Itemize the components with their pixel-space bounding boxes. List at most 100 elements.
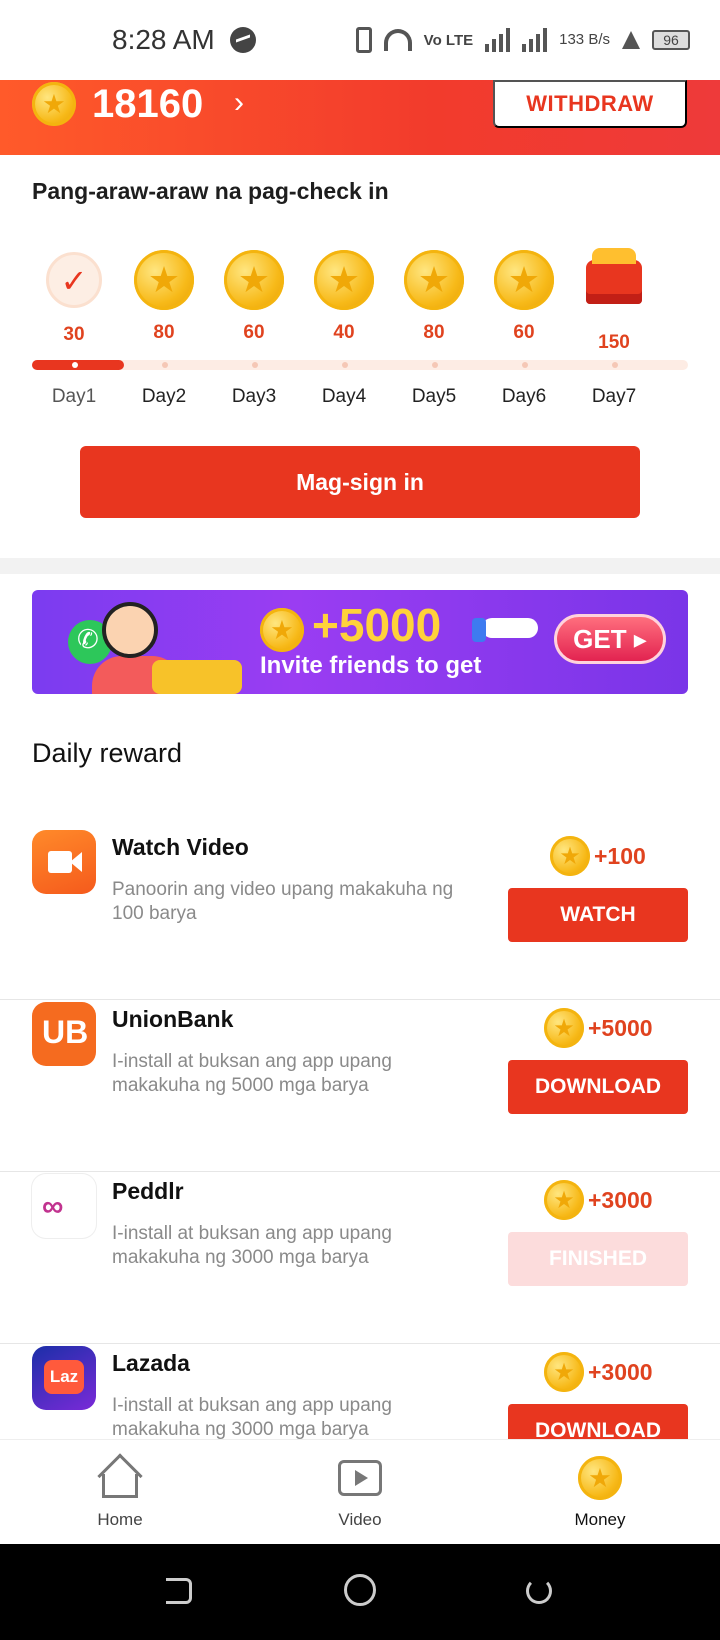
day-label: Day1: [51, 386, 97, 407]
task-peddlr: ∞ Peddlr I-install at buksan ang app upa…: [0, 1174, 720, 1344]
checkin-day-7: 150 Day7: [574, 248, 654, 407]
coin-icon: [404, 250, 464, 310]
bottom-navigation: Home Video Money: [0, 1440, 720, 1544]
task-name: Lazada: [112, 1350, 190, 1376]
progress-dot: [252, 362, 258, 368]
task-description: I-install at buksan ang app upang makaku…: [112, 1223, 392, 1268]
progress-dot: [342, 362, 348, 368]
wifi-icon: [383, 29, 412, 51]
day-label: Day7: [591, 386, 637, 407]
progress-dot: [612, 362, 618, 368]
coin-icon: [224, 250, 284, 310]
day-amount: 40: [333, 322, 355, 343]
progress-dot: [432, 362, 438, 368]
network-speed: 133 B/s: [559, 31, 610, 48]
messenger-icon: [230, 27, 256, 53]
chevron-right-icon[interactable]: ›: [234, 86, 244, 120]
coin-icon: [544, 1352, 584, 1392]
task-name: Peddlr: [112, 1178, 184, 1204]
day-amount: 30: [63, 324, 85, 345]
back-icon[interactable]: [166, 1578, 192, 1604]
checkin-day-3: 60 Day3: [214, 250, 294, 407]
sign-in-button[interactable]: Mag-sign in: [80, 446, 640, 518]
volte-label: Vo LTE: [423, 31, 474, 49]
coin-icon: [134, 250, 194, 310]
day-label: Day4: [321, 386, 367, 407]
reward-points: +3000: [588, 1186, 653, 1213]
signal-icon: [485, 28, 511, 52]
checkin-day-4: 40 Day4: [304, 250, 384, 407]
daily-reward-title: Daily reward: [32, 738, 183, 768]
progress-dot: [162, 362, 168, 368]
progress-dot: [522, 362, 528, 368]
checkin-days: 30 Day1 80 Day2 60 Day3 40 Day4 80 Day5 …: [32, 248, 688, 410]
task-reward: +3000: [544, 1352, 684, 1392]
nav-money[interactable]: Money: [540, 1456, 660, 1530]
day-amount: 80: [423, 322, 445, 343]
banner-amount: +5000: [312, 599, 442, 651]
get-button[interactable]: GET ▸: [554, 614, 666, 664]
checkin-day-1: 30 Day1: [34, 250, 114, 407]
day-amount: 60: [243, 322, 265, 343]
nav-label: Home: [97, 1510, 143, 1529]
signal-icon-2: [522, 28, 548, 52]
reward-points: +100: [594, 842, 646, 869]
home-button-icon[interactable]: [344, 1574, 376, 1606]
day-amount: 60: [513, 322, 535, 343]
reward-points: +5000: [588, 1014, 653, 1041]
task-description: I-install at buksan ang app upang makaku…: [112, 1051, 392, 1096]
home-icon: [97, 1453, 143, 1500]
task-name: UnionBank: [112, 1006, 234, 1032]
coin-balance[interactable]: 18160: [92, 82, 203, 127]
divider: [0, 999, 720, 1000]
battery-icon: 96: [652, 30, 690, 50]
coin-icon: [32, 82, 76, 126]
finished-button: FINISHED: [508, 1232, 688, 1286]
task-name: Watch Video: [112, 834, 249, 860]
invite-friends-banner[interactable]: +5000 Invite friends to get GET ▸: [32, 590, 688, 694]
nav-video[interactable]: Video: [300, 1456, 420, 1530]
coin-icon: [544, 1180, 584, 1220]
checkin-progress-fill: [32, 360, 124, 370]
checkin-day-6: 60 Day6: [484, 250, 564, 407]
vibrate-icon: [355, 27, 372, 53]
pointing-hand-icon: [472, 618, 538, 642]
person-illustration: [102, 602, 158, 658]
system-navigation-bar: [0, 1544, 720, 1640]
withdraw-button[interactable]: WITHDRAW: [493, 80, 687, 128]
progress-dot: [72, 362, 78, 368]
video-camera-icon: [32, 830, 96, 894]
checkin-day-5: 80 Day5: [394, 250, 474, 407]
task-description: I-install at buksan ang app upang makaku…: [112, 1395, 392, 1440]
coin-icon: [494, 250, 554, 310]
treasure-chest-icon: [586, 248, 642, 304]
nav-home[interactable]: Home: [60, 1453, 180, 1530]
day-label: Day2: [141, 386, 187, 407]
checkin-progress-track: [32, 360, 688, 370]
task-reward: +100: [550, 836, 690, 876]
balance-header: 18160 › WITHDRAW: [0, 80, 720, 155]
divider: [0, 1343, 720, 1344]
task-unionbank: UB UnionBank I-install at buksan ang app…: [0, 1002, 720, 1172]
banner-subtitle: Invite friends to get: [260, 652, 482, 679]
unionbank-logo-icon: UB: [32, 1002, 96, 1066]
section-divider: [0, 558, 720, 574]
peddlr-logo-icon: ∞: [32, 1174, 96, 1238]
coin-icon: [544, 1008, 584, 1048]
watch-button[interactable]: WATCH: [508, 888, 688, 942]
task-reward: +3000: [544, 1180, 684, 1220]
coin-icon: [260, 608, 304, 652]
coins-stack-illustration: [152, 660, 242, 694]
recents-icon[interactable]: [526, 1578, 552, 1604]
video-play-icon: [338, 1456, 382, 1500]
status-time: 8:28 AM: [112, 24, 215, 55]
download-button[interactable]: DOWNLOAD: [508, 1060, 688, 1114]
day-amount: 150: [598, 332, 630, 353]
task-watch-video: Watch Video Panoorin ang video upang mak…: [0, 830, 720, 1000]
coin-icon: [314, 250, 374, 310]
checkin-day-2: 80 Day2: [124, 250, 204, 407]
day-label: Day5: [411, 386, 457, 407]
day-amount: 80: [153, 322, 175, 343]
coin-icon: [578, 1456, 622, 1500]
divider: [0, 1171, 720, 1172]
